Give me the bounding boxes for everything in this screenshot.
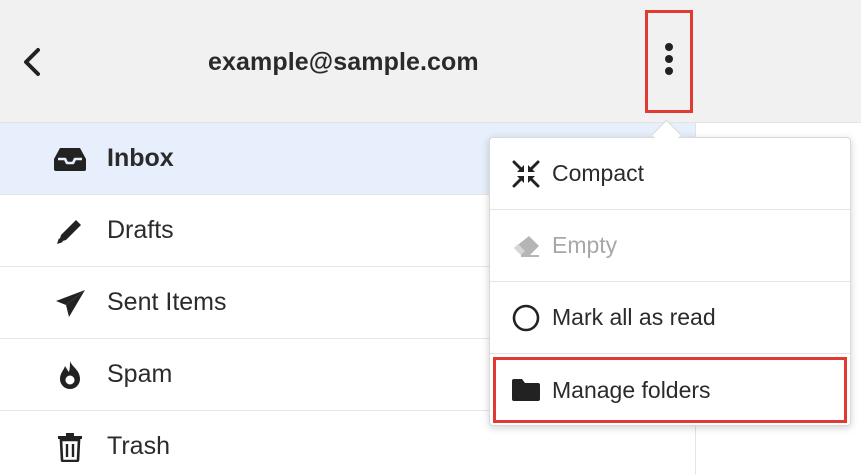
folder-label: Spam <box>107 360 173 388</box>
circle-outline-icon <box>510 302 542 334</box>
menu-item-label: Manage folders <box>552 376 711 403</box>
flame-icon <box>52 357 88 393</box>
trash-can-icon <box>52 429 88 465</box>
folder-icon <box>510 374 542 406</box>
paper-plane-icon <box>52 285 88 321</box>
menu-item-label: Compact <box>552 160 645 186</box>
kebab-vertical-icon <box>664 42 674 81</box>
inbox-tray-icon <box>52 141 88 177</box>
account-header: example@sample.com <box>0 0 861 123</box>
back-button[interactable] <box>14 46 50 82</box>
account-title: example@sample.com <box>208 48 479 76</box>
folder-label: Inbox <box>107 144 174 172</box>
menu-item-mark-all-as-read[interactable]: Mark all as read <box>490 282 850 354</box>
folder-label: Drafts <box>107 216 174 244</box>
pencil-icon <box>52 213 88 249</box>
mail-folder-screen: example@sample.com Inbox Drafts Sent Ite… <box>0 0 861 474</box>
folder-options-menu: Compact Empty Mark all as read Manage fo… <box>489 137 851 426</box>
folder-label: Trash <box>107 432 170 460</box>
menu-item-label: Mark all as read <box>552 304 716 330</box>
eraser-icon <box>510 230 542 262</box>
more-options-button[interactable] <box>645 10 693 113</box>
menu-item-manage-folders[interactable]: Manage folders <box>490 354 850 426</box>
menu-item-compact[interactable]: Compact <box>490 138 850 210</box>
menu-item-label: Empty <box>552 232 618 258</box>
chevron-left-icon <box>20 47 44 82</box>
folder-label: Sent Items <box>107 288 227 316</box>
menu-item-empty[interactable]: Empty <box>490 210 850 282</box>
compress-icon <box>510 158 542 190</box>
